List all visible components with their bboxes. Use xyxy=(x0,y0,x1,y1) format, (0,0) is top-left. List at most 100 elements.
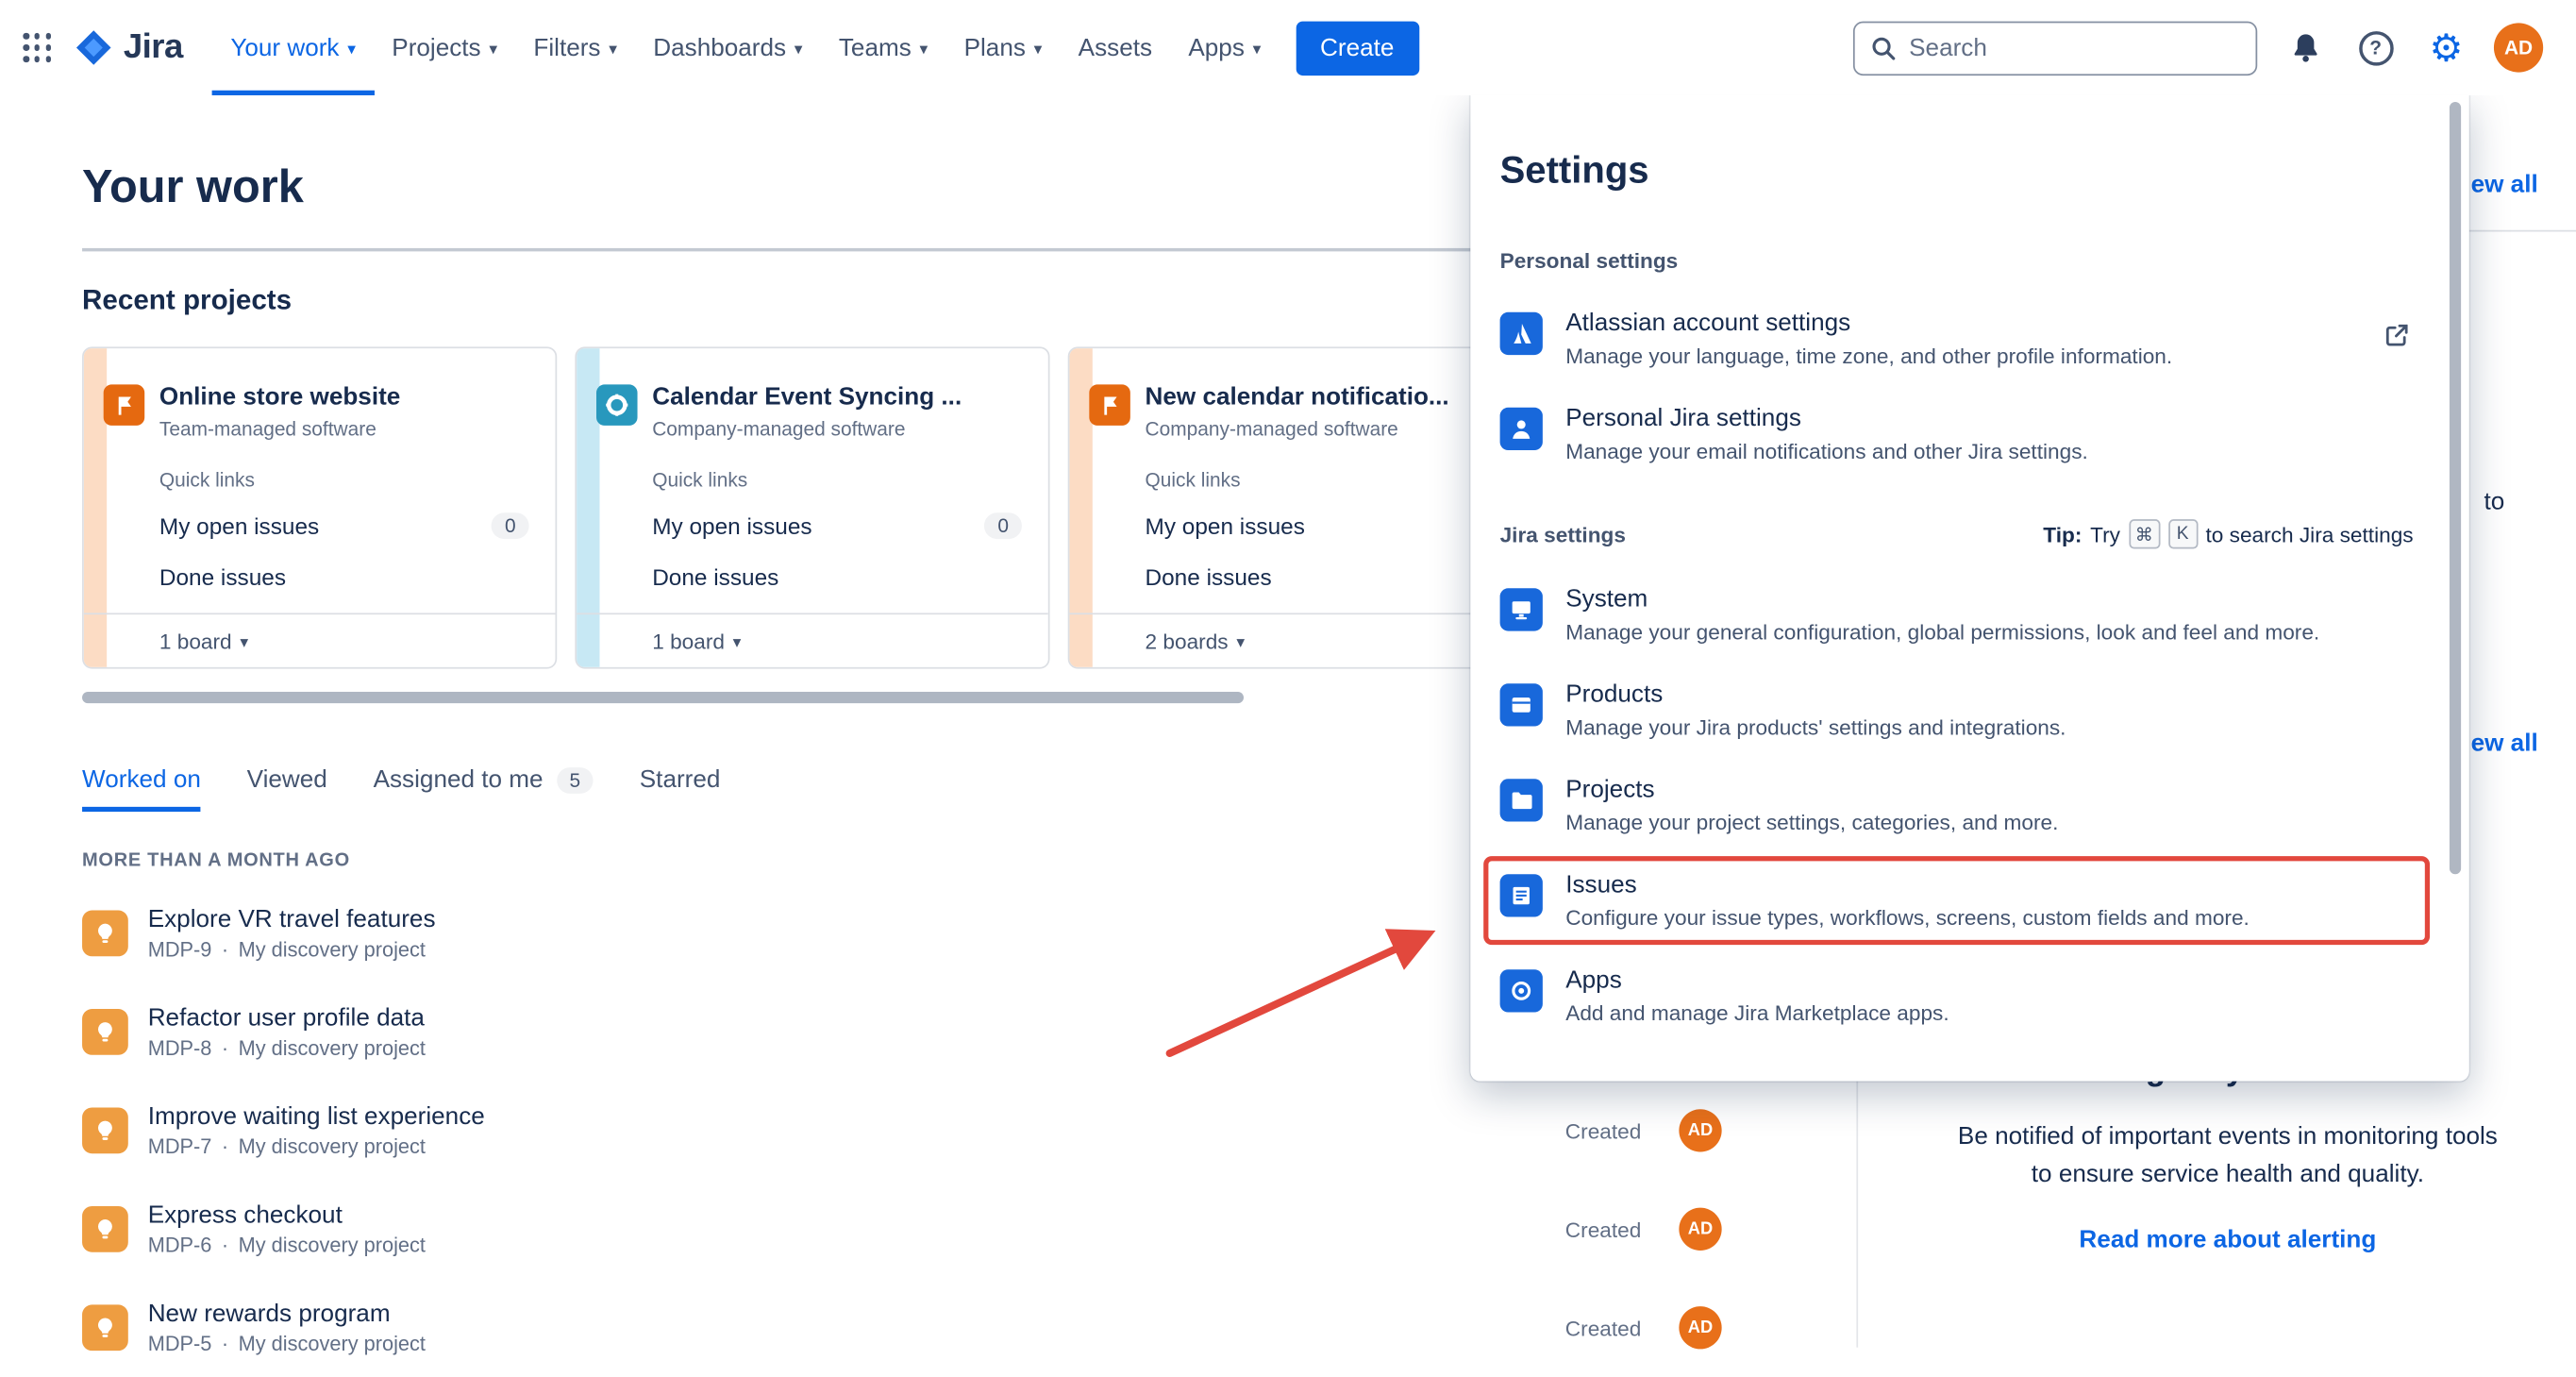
board-selector[interactable]: 1 board xyxy=(84,613,556,666)
settings-item-products[interactable]: Products Manage your Jira products' sett… xyxy=(1500,680,2414,740)
issue-key: MDP-8 xyxy=(148,1037,212,1060)
settings-item-title: Atlassian account settings xyxy=(1565,309,2172,337)
status-label: Created xyxy=(1565,1118,1642,1143)
project-name: Calendar Event Syncing ... xyxy=(652,383,1031,411)
tab-worked-on[interactable]: Worked on xyxy=(82,765,201,812)
project-avatar-icon xyxy=(104,384,145,426)
board-count-label: 1 board xyxy=(652,629,725,653)
project-name: New calendar notificatio... xyxy=(1146,383,1525,411)
settings-item-title: Issues xyxy=(1565,871,2250,899)
settings-item-projects[interactable]: Projects Manage your project settings, c… xyxy=(1500,776,2414,835)
board-selector[interactable]: 1 board xyxy=(577,613,1048,666)
nav-dashboards[interactable]: Dashboards xyxy=(635,0,821,95)
work-item-title[interactable]: New rewards program xyxy=(148,1300,426,1328)
project-card-online-store[interactable]: Online store website Team-managed softwa… xyxy=(82,346,557,668)
assignee-avatar[interactable]: AD xyxy=(1679,1208,1721,1251)
separator: · xyxy=(222,938,228,961)
status-label: Created xyxy=(1565,1316,1642,1340)
quick-link-done-issues[interactable]: Done issues xyxy=(652,563,1022,590)
work-item-row[interactable]: New rewards program MDP-5·My discovery p… xyxy=(82,1279,1824,1377)
nav-plans[interactable]: Plans xyxy=(945,0,1060,95)
assignee-avatar[interactable]: AD xyxy=(1679,1109,1721,1151)
person-icon xyxy=(1500,408,1543,450)
idea-icon xyxy=(82,1206,128,1252)
work-item-title[interactable]: Express checkout xyxy=(148,1201,426,1230)
idea-icon xyxy=(82,1304,128,1351)
rail-text-fragment: to xyxy=(2484,488,2504,516)
quick-link-done-issues[interactable]: Done issues xyxy=(1146,563,1515,590)
read-more-alerting-link[interactable]: Read more about alerting xyxy=(2079,1226,2376,1254)
jira-logo[interactable]: Jira xyxy=(75,28,183,68)
products-icon xyxy=(1500,683,1543,726)
nav-apps[interactable]: Apps xyxy=(1170,0,1279,95)
app-switcher-icon[interactable] xyxy=(23,34,51,62)
status-label: Created xyxy=(1565,1217,1642,1241)
global-search[interactable] xyxy=(1853,21,2257,75)
project-name: My discovery project xyxy=(239,938,426,961)
project-type: Company-managed software xyxy=(1146,417,1525,440)
alerts-card: Configure your alerts Be notified of imp… xyxy=(1889,1051,2566,1255)
panel-scrollbar-thumb[interactable] xyxy=(2450,102,2461,874)
project-name: Online store website xyxy=(159,383,539,411)
view-all-link-top[interactable]: ew all xyxy=(2471,171,2538,199)
user-avatar[interactable]: AD xyxy=(2494,23,2543,72)
settings-item-issues[interactable]: Issues Configure your issue types, workf… xyxy=(1500,871,2414,931)
work-item-title[interactable]: Improve waiting list experience xyxy=(148,1102,485,1131)
tab-viewed[interactable]: Viewed xyxy=(247,765,327,812)
quick-link-open-issues[interactable]: My open issues 0 xyxy=(652,512,1022,539)
settings-item-desc: Manage your email notifications and othe… xyxy=(1565,439,2088,463)
quick-links-label: Quick links xyxy=(1146,468,1241,491)
tip-suffix: to search Jira settings xyxy=(2205,522,2413,546)
horizontal-scrollbar-thumb[interactable] xyxy=(82,692,1244,703)
work-item-title[interactable]: Explore VR travel features xyxy=(148,905,436,933)
notifications-icon[interactable] xyxy=(2282,25,2328,71)
search-input[interactable] xyxy=(1909,34,2239,62)
separator: · xyxy=(222,1135,228,1158)
view-all-link-mid[interactable]: ew all xyxy=(2471,730,2538,758)
assignee-avatar[interactable]: AD xyxy=(1679,1306,1721,1349)
search-settings-tip: Tip: Try ⌘ K to search Jira settings xyxy=(2043,519,2413,548)
settings-item-desc: Manage your project settings, categories… xyxy=(1565,810,2058,834)
tab-label: Starred xyxy=(640,765,721,794)
open-issues-count: 0 xyxy=(984,512,1022,539)
settings-item-personal-jira[interactable]: Personal Jira settings Manage your email… xyxy=(1500,404,2414,463)
tip-try: Try xyxy=(2090,522,2120,546)
project-name: My discovery project xyxy=(239,1234,426,1257)
work-item-title[interactable]: Refactor user profile data xyxy=(148,1004,426,1033)
open-issues-label: My open issues xyxy=(652,512,811,539)
nav-teams[interactable]: Teams xyxy=(821,0,946,95)
system-icon xyxy=(1500,588,1543,630)
settings-item-system[interactable]: System Manage your general configuration… xyxy=(1500,585,2414,645)
create-button[interactable]: Create xyxy=(1296,21,1419,75)
settings-item-title: Projects xyxy=(1565,776,2058,804)
settings-item-atlassian-account[interactable]: Atlassian account settings Manage your l… xyxy=(1500,309,2414,368)
jira-settings-header-row: Jira settings Tip: Try ⌘ K to search Jir… xyxy=(1500,519,2414,548)
nav-your-work[interactable]: Your work xyxy=(212,0,374,95)
personal-settings-heading: Personal settings xyxy=(1500,248,2414,273)
nav-projects-label: Projects xyxy=(392,34,480,62)
work-item-subtitle: MDP-8·My discovery project xyxy=(148,1037,426,1060)
tab-assigned-to-me[interactable]: Assigned to me 5 xyxy=(374,765,594,812)
project-card-calendar-sync[interactable]: Calendar Event Syncing ... Company-manag… xyxy=(575,346,1049,668)
quick-links-label: Quick links xyxy=(652,468,747,491)
search-icon xyxy=(1871,35,1896,59)
settings-item-apps[interactable]: Apps Add and manage Jira Marketplace app… xyxy=(1500,966,2414,1026)
tab-starred[interactable]: Starred xyxy=(640,765,721,812)
settings-item-title: Apps xyxy=(1565,966,1949,995)
done-issues-label: Done issues xyxy=(159,563,286,590)
cmd-key: ⌘ xyxy=(2129,519,2160,548)
work-item-row[interactable]: Express checkout MDP-6·My discovery proj… xyxy=(82,1180,1824,1278)
work-item-row[interactable]: Improve waiting list experience MDP-7·My… xyxy=(82,1082,1824,1180)
quick-links-label: Quick links xyxy=(159,468,255,491)
quick-link-done-issues[interactable]: Done issues xyxy=(159,563,529,590)
idea-icon xyxy=(82,1107,128,1153)
quick-link-open-issues[interactable]: My open issues 4 xyxy=(1146,512,1515,539)
nav-projects[interactable]: Projects xyxy=(374,0,515,95)
nav-assets[interactable]: Assets xyxy=(1061,0,1171,95)
help-icon[interactable]: ? xyxy=(2352,25,2399,71)
project-type: Company-managed software xyxy=(652,417,1031,440)
nav-filters[interactable]: Filters xyxy=(515,0,635,95)
settings-gear-icon[interactable]: ⚙ xyxy=(2423,25,2469,71)
issues-icon xyxy=(1500,874,1543,916)
quick-link-open-issues[interactable]: My open issues 0 xyxy=(159,512,529,539)
